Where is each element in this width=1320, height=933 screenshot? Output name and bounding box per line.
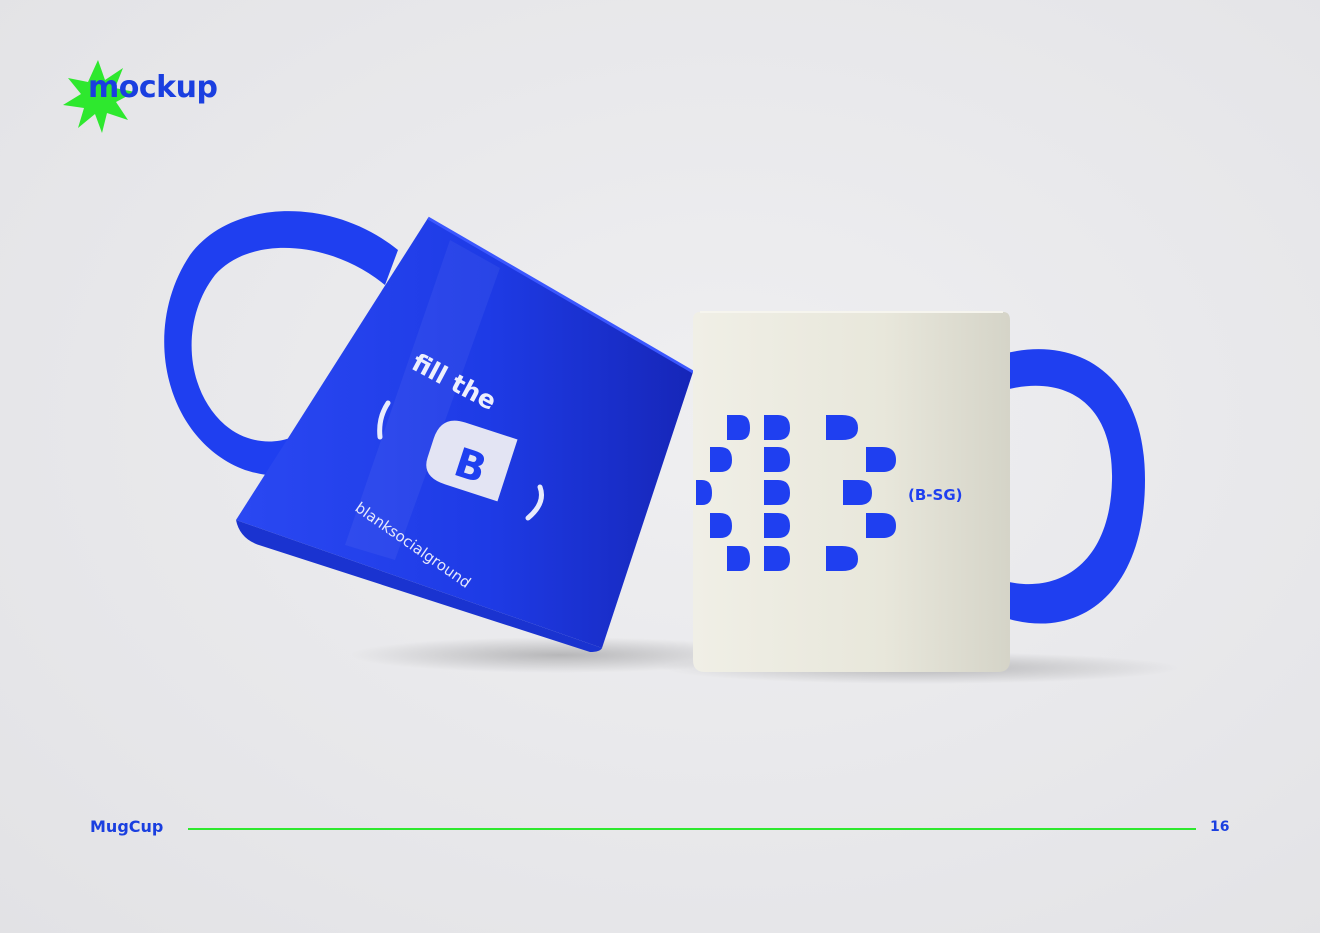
page: mockup fill the B blanksocialground (B-S… (0, 0, 1320, 933)
footer-divider (188, 828, 1196, 830)
section-label: MugCup (90, 817, 164, 836)
mug-scene: fill the B blanksocialground (B-SG) (164, 211, 1180, 684)
page-number: 16 (1210, 819, 1230, 835)
white-mug-logo: (B-SG) (908, 486, 963, 504)
white-mug: (B-SG) (693, 311, 1145, 672)
blue-mug: fill the B blanksocialground (164, 211, 694, 652)
